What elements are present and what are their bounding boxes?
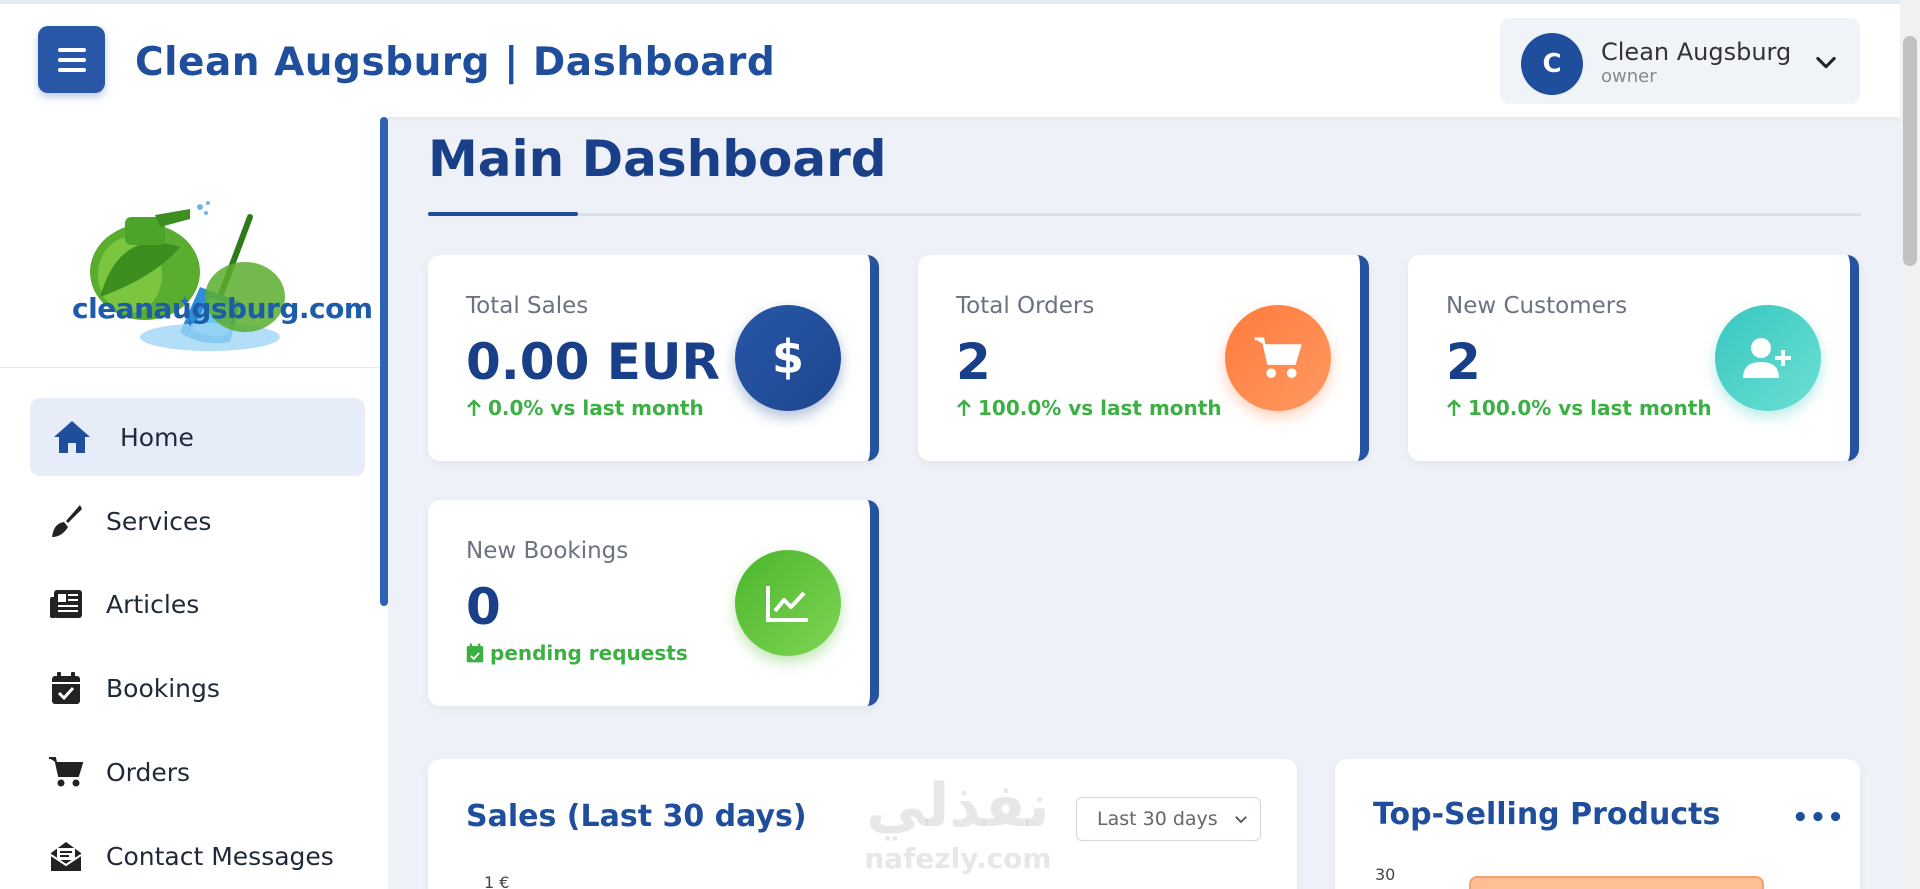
sidebar-item-label: Contact Messages (106, 841, 334, 871)
stat-trend: 100.0% vs last month (956, 396, 1222, 420)
app-title: Clean Augsburg | Dashboard (135, 40, 776, 85)
dollar-icon: $ (735, 305, 841, 411)
stat-trend-text: 100.0% vs last month (1468, 396, 1712, 420)
sidebar-item-bookings[interactable]: Bookings (30, 649, 365, 727)
calendar-check-icon (466, 643, 484, 663)
arrow-up-icon (957, 399, 971, 416)
stat-trend-text: 100.0% vs last month (978, 396, 1222, 420)
user-role: owner (1601, 66, 1657, 87)
stat-card-total-orders[interactable]: Total Orders 2 100.0% vs last month (918, 255, 1369, 461)
sales-panel-title: Sales (Last 30 days) (466, 799, 807, 834)
range-select[interactable]: Last 30 days (1076, 797, 1261, 841)
sidebar-item-label: Orders (106, 757, 191, 787)
stat-label: Total Orders (956, 293, 1095, 319)
svg-text:$: $ (772, 333, 804, 383)
title-accent (428, 212, 578, 216)
stat-trend-text: pending requests (490, 641, 688, 665)
sidebar-item-home[interactable]: Home (30, 398, 365, 476)
hamburger-menu-icon[interactable] (38, 26, 105, 93)
page-title: Main Dashboard (428, 130, 887, 188)
stat-label: New Customers (1446, 293, 1628, 319)
logo-text: cleanaugsburg.com (72, 292, 373, 325)
calendar-check-icon (46, 668, 86, 708)
scrollbar-thumb[interactable] (1903, 36, 1917, 266)
sidebar-divider (0, 367, 380, 368)
envelope-open-icon (46, 836, 86, 876)
stat-label: New Bookings (466, 538, 629, 564)
user-name: Clean Augsburg (1601, 38, 1792, 66)
stat-value: 0 (466, 578, 501, 636)
y-tick: 1 € (484, 873, 510, 889)
stat-value: 2 (1446, 333, 1481, 391)
sidebar-item-orders[interactable]: Orders (30, 733, 365, 811)
stat-value: 2 (956, 333, 991, 391)
brand-logo: ✦ ✦ (90, 201, 285, 351)
chevron-down-icon (1816, 56, 1836, 69)
more-options-icon[interactable]: ••• (1792, 803, 1845, 833)
sidebar-item-label: Bookings (106, 673, 220, 703)
user-plus-icon (1715, 305, 1821, 411)
stat-trend-text: 0.0% vs last month (488, 396, 704, 420)
product-bar (1469, 876, 1764, 889)
stat-card-total-sales[interactable]: Total Sales 0.00 EUR 0.0% vs last month … (428, 255, 879, 461)
sidebar-item-articles[interactable]: Articles (30, 565, 365, 643)
cart-icon (46, 752, 86, 792)
range-select-value: Last 30 days (1097, 808, 1218, 830)
chart-line-icon (735, 550, 841, 656)
arrow-up-icon (1447, 399, 1461, 416)
stat-trend: 100.0% vs last month (1446, 396, 1712, 420)
top-products-panel: Top-Selling Products ••• 30 (1335, 759, 1860, 889)
cart-icon (1225, 305, 1331, 411)
stat-value: 0.00 EUR (466, 333, 721, 391)
stat-trend: 0.0% vs last month (466, 396, 704, 420)
sidebar-item-label: Articles (106, 589, 200, 619)
newspaper-icon (46, 584, 86, 624)
stat-label: Total Sales (466, 293, 589, 319)
sidebar-item-services[interactable]: Services (30, 482, 365, 560)
stat-card-new-customers[interactable]: New Customers 2 100.0% vs last month (1408, 255, 1859, 461)
chevron-down-icon (1235, 816, 1247, 824)
avatar: C (1521, 33, 1583, 95)
sidebar-item-label: Home (120, 422, 194, 452)
top-header: Clean Augsburg | Dashboard C Clean Augsb… (0, 0, 1900, 117)
y-tick: 30 (1375, 865, 1396, 884)
sidebar-item-label: Services (106, 506, 212, 536)
sidebar-item-contact-messages[interactable]: Contact Messages (30, 817, 365, 889)
top-products-title: Top-Selling Products (1373, 797, 1721, 832)
sidebar-scrollbar[interactable] (380, 117, 388, 606)
divider (428, 213, 1861, 216)
home-icon (52, 417, 92, 457)
sales-panel: Sales (Last 30 days) Last 30 days 1 € (428, 759, 1297, 889)
arrow-up-icon (467, 399, 481, 416)
brush-icon (46, 501, 86, 541)
stat-card-new-bookings[interactable]: New Bookings 0 pending requests (428, 500, 879, 706)
user-menu[interactable]: C Clean Augsburg owner (1500, 18, 1860, 104)
stat-trend: pending requests (466, 641, 688, 665)
